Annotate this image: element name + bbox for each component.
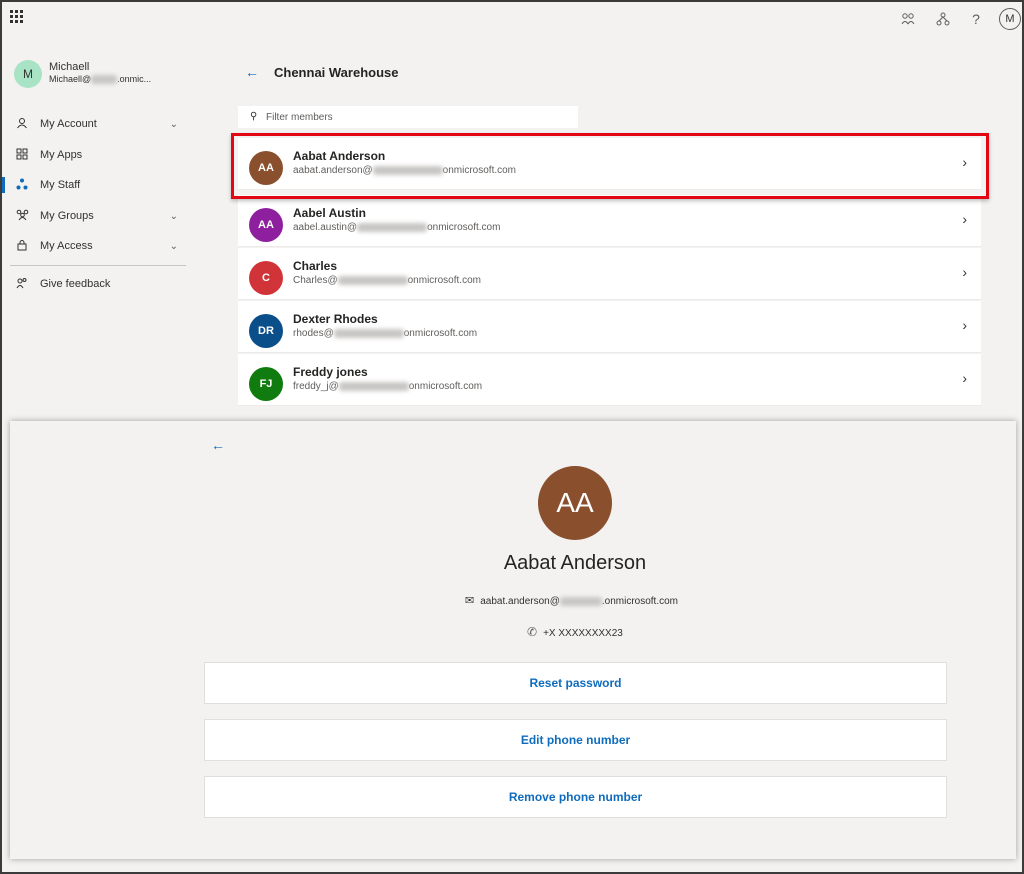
list-item[interactable]: FJ Freddy jones freddy_j@ onmicrosoft.com… [238,354,981,406]
nav-item-label: My Staff [40,179,81,191]
member-email: aabel.austin@ onmicrosoft.com [293,222,501,233]
nav-item-label: My Access [40,240,93,252]
member-name: Charles [293,259,338,273]
person-icon [14,117,30,132]
user-card[interactable]: M Michaell Michaell@ .onmic... [14,60,194,90]
avatar: FJ [249,367,283,401]
reset-password-button[interactable]: Reset password [204,662,947,704]
lock-icon [14,239,30,254]
chevron-down-icon[interactable]: ⌄ [170,211,178,222]
staff-icon [14,178,30,193]
chevron-right-icon: › [962,370,967,386]
left-nav: M Michaell Michaell@ .onmic... My Account… [2,36,202,416]
mail-icon: ✉ [465,595,475,607]
nav-item-label: Give feedback [40,278,111,290]
top-bar: ? M [2,2,1022,36]
account-avatar[interactable]: M [999,8,1021,30]
detail-email: ✉ aabat.anderson@ .onmicrosoft.com [465,595,679,607]
network-icon[interactable] [930,6,956,32]
filter-members-input[interactable]: ⚲ Filter members [238,106,578,128]
list-item[interactable]: AA Aabel Austin aabel.austin@ onmicrosoft… [238,195,981,247]
member-name: Freddy jones [293,365,368,379]
detail-phone: ✆ +X XXXXXXXX23 [527,625,623,639]
page-title: Chennai Warehouse [274,65,399,80]
apps-icon [14,148,30,163]
avatar: AA [249,151,283,185]
org-icon[interactable] [895,6,921,32]
avatar: M [14,60,42,88]
chevron-down-icon[interactable]: ⌄ [170,119,178,130]
nav-item-label: My Groups [40,210,94,222]
avatar: AA [249,208,283,242]
chevron-right-icon: › [962,211,967,227]
user-name: Michaell [49,61,90,73]
nav-divider [10,265,186,266]
member-name: Dexter Rhodes [293,312,378,326]
avatar: C [249,261,283,295]
member-email: aabat.anderson@ onmicrosoft.com [293,165,517,176]
list-item[interactable]: C Charles Charles@ onmicrosoft.com › [238,248,981,300]
member-email: freddy_j@ onmicrosoft.com [293,381,483,392]
member-name: Aabel Austin [293,206,366,220]
member-email: Charles@ onmicrosoft.com [293,275,481,286]
avatar: DR [249,314,283,348]
member-name: Aabat Anderson [293,149,386,163]
chevron-right-icon: › [962,317,967,333]
back-arrow-icon[interactable]: ← [211,437,225,453]
member-email: rhodes@ onmicrosoft.com [293,328,478,339]
waffle-icon[interactable] [10,10,24,24]
nav-item-my-staff[interactable]: My Staff [2,170,186,200]
nav-item-label: My Account [40,118,97,130]
groups-icon [14,209,30,224]
chevron-right-icon: › [962,264,967,280]
edit-phone-button[interactable]: Edit phone number [204,719,947,761]
remove-phone-button[interactable]: Remove phone number [204,776,947,818]
give-feedback-link[interactable]: Give feedback [2,269,186,299]
member-detail-panel: ← AA Aabat Anderson ✉ aabat.anderson@ .onm… [10,421,1016,859]
chevron-right-icon: › [962,154,967,170]
back-arrow-icon[interactable]: ← [245,64,259,80]
search-icon: ⚲ [250,111,258,122]
help-icon[interactable]: ? [963,6,989,32]
list-item[interactable]: AA Aabat Anderson aabat.anderson@ onmicro… [238,138,981,190]
list-item[interactable]: DR Dexter Rhodes rhodes@ onmicrosoft.com … [238,301,981,353]
nav-item-my-account[interactable]: My Account ⌄ [2,109,186,139]
user-email: Michaell@ .onmic... [49,74,152,85]
filter-placeholder: Filter members [266,112,333,123]
feedback-icon [14,277,30,292]
nav-item-my-access[interactable]: My Access ⌄ [2,231,186,261]
avatar: AA [538,466,612,540]
app-window: ? M M Michaell Michaell@ .onmic... My Acc… [0,0,1024,874]
nav-item-my-groups[interactable]: My Groups ⌄ [2,201,186,231]
detail-name: Aabat Anderson [503,552,647,574]
chevron-down-icon[interactable]: ⌄ [170,241,178,252]
nav-item-my-apps[interactable]: My Apps [2,140,186,170]
phone-icon: ✆ [527,625,538,639]
nav-item-label: My Apps [40,149,83,161]
